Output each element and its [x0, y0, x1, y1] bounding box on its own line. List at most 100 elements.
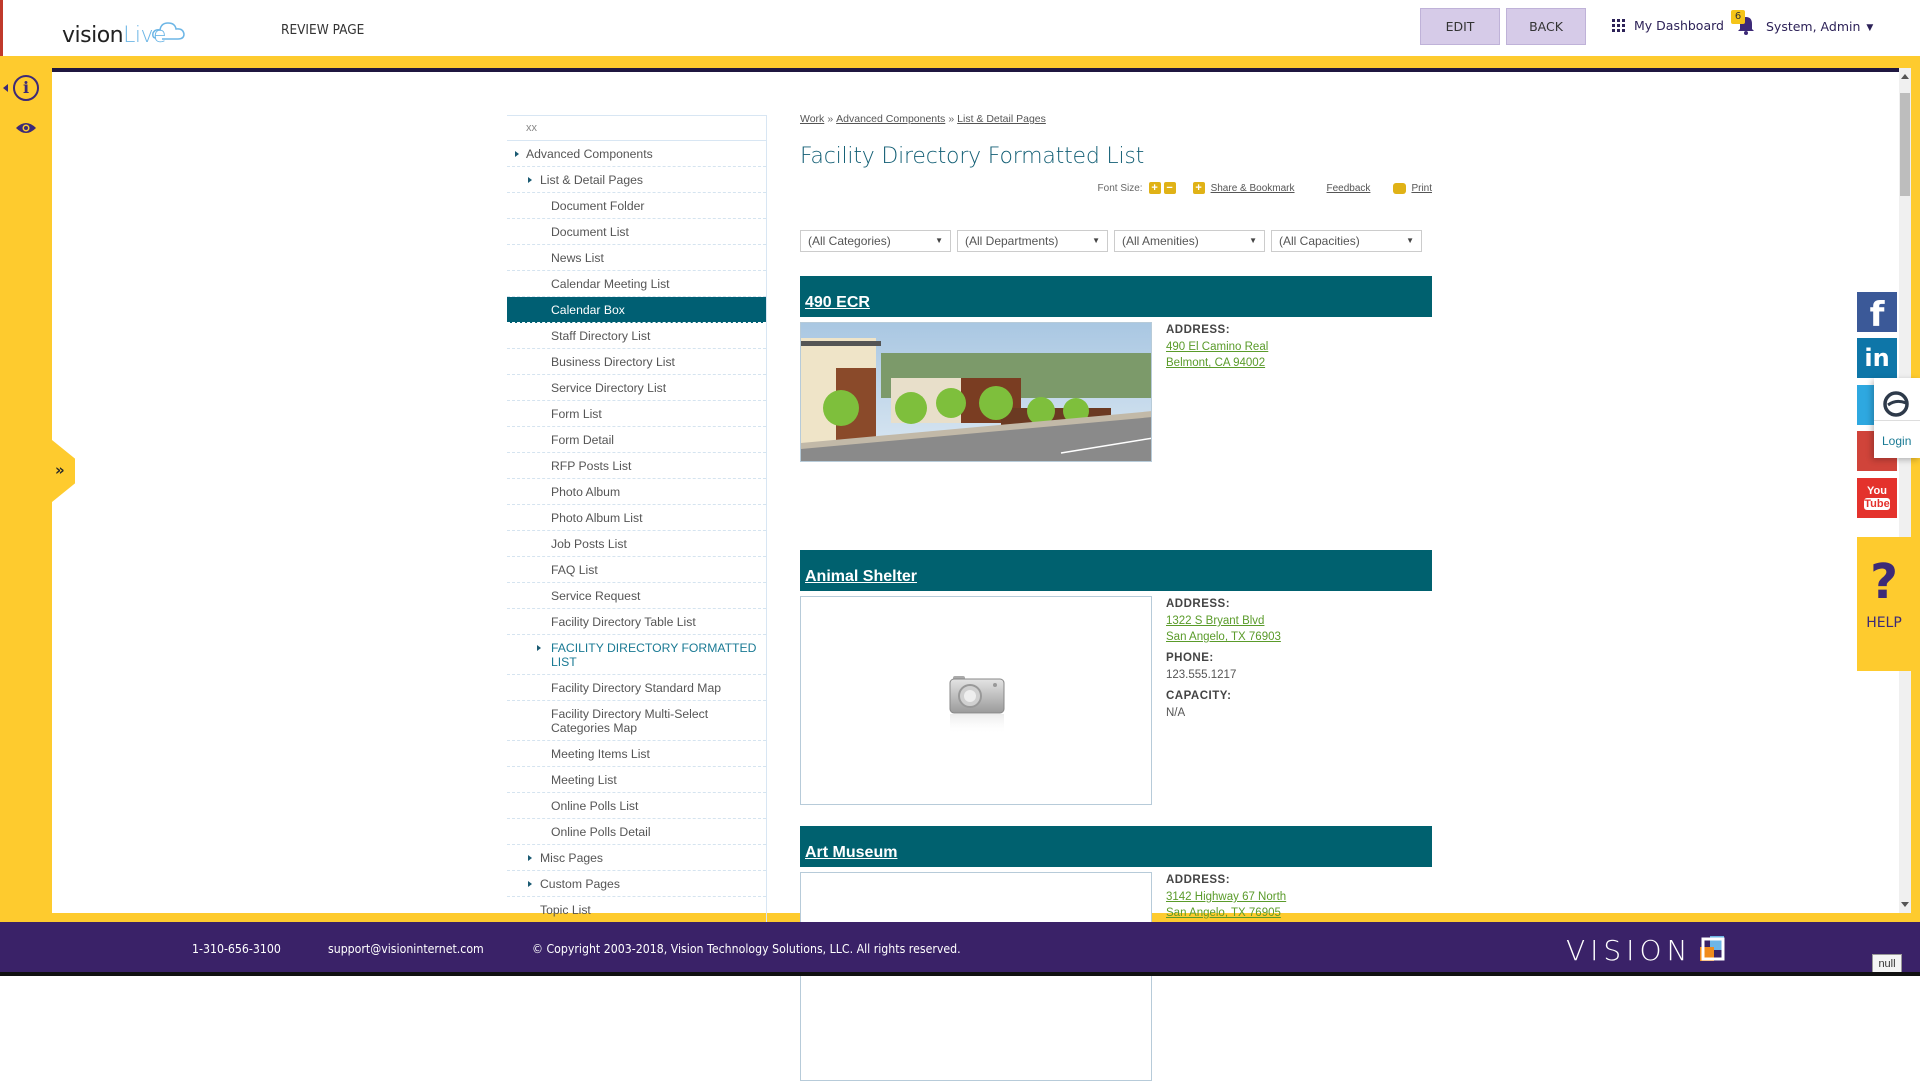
share-bookmark-link[interactable]: + Share & Bookmark [1192, 182, 1295, 194]
scroll-down-icon[interactable] [1901, 902, 1909, 907]
logo-text-vision: vision [62, 23, 124, 48]
nav-item[interactable]: Business Directory List [507, 349, 766, 375]
nav-item[interactable]: News List [507, 245, 766, 271]
facility-photo[interactable] [800, 322, 1152, 462]
nav-item[interactable]: Job Posts List [507, 531, 766, 557]
facility-photo-placeholder[interactable] [800, 872, 1152, 1081]
facility-name-link[interactable]: Art Museum [805, 844, 897, 862]
address-line1-link[interactable]: 3142 Highway 67 North [1166, 891, 1286, 903]
nav-item[interactable]: Calendar Meeting List [507, 271, 766, 297]
page-tools: Font Size: + − + Share & Bookmark Feedba… [1098, 182, 1432, 194]
nav-item[interactable]: Custom Pages [507, 871, 766, 897]
amenity-select[interactable]: (All Amenities) ▼ [1114, 230, 1265, 252]
nav-list: Advanced Components List & Detail Pages Do… [507, 141, 766, 923]
address-line2-link[interactable]: Belmont, CA 94002 [1166, 357, 1268, 369]
capacity-value: (All Capacities) [1279, 234, 1360, 248]
nav-item-label: Calendar Meeting List [551, 277, 670, 291]
vision-login-icon[interactable] [1882, 390, 1910, 418]
font-increase-icon[interactable]: + [1148, 182, 1161, 194]
nav-item[interactable]: Staff Directory List [507, 323, 766, 349]
facility-name-link[interactable]: 490 ECR [805, 294, 870, 312]
nav-item[interactable]: Document Folder [507, 193, 766, 219]
breadcrumb-work[interactable]: Work [800, 113, 824, 125]
breadcrumb-separator: » [948, 113, 955, 125]
nav-item[interactable]: Facility Directory Table List [507, 609, 766, 635]
facility-photo-placeholder[interactable] [800, 596, 1152, 805]
user-menu[interactable]: System, Admin ▼ [1766, 19, 1873, 34]
share-bookmark-label[interactable]: Share & Bookmark [1211, 183, 1295, 194]
department-select[interactable]: (All Departments) ▼ [957, 230, 1108, 252]
nav-item[interactable]: Online Polls List [507, 793, 766, 819]
footer-phone: 1-310-656-3100 [192, 941, 281, 956]
nav-item[interactable]: Calendar Box [507, 297, 766, 323]
nav-item[interactable]: Facility Directory Standard Map [507, 675, 766, 701]
nav-item[interactable]: Misc Pages [507, 845, 766, 871]
category-select[interactable]: (All Categories) ▼ [800, 230, 951, 252]
capacity-select[interactable]: (All Capacities) ▼ [1271, 230, 1422, 252]
edit-button[interactable]: EDIT [1420, 8, 1500, 45]
facility-name-link[interactable]: Animal Shelter [805, 568, 917, 586]
footer-email-link[interactable]: support@visioninternet.com [328, 941, 484, 956]
nav-item[interactable]: RFP Posts List [507, 453, 766, 479]
nav-item[interactable]: List & Detail Pages [507, 167, 766, 193]
visionlive-logo[interactable]: vision Live [62, 18, 188, 48]
help-button[interactable]: ? HELP [1857, 537, 1911, 671]
nav-item-label: List & Detail Pages [540, 173, 643, 187]
nav-item-label: Document Folder [551, 199, 645, 213]
nav-item[interactable]: Topic List [507, 897, 766, 923]
vertical-scrollbar[interactable] [1899, 68, 1911, 913]
footer: 1-310-656-3100 support@visioninternet.co… [0, 922, 1920, 976]
capacity-label: CAPACITY: [1166, 690, 1232, 702]
nav-item[interactable]: Meeting List [507, 767, 766, 793]
scroll-up-icon[interactable] [1901, 74, 1909, 79]
login-link[interactable]: Login [1882, 434, 1911, 448]
scrollbar-thumb[interactable] [1900, 93, 1910, 196]
address-line2-link[interactable]: San Angelo, TX 76903 [1166, 631, 1281, 643]
capacity-value: N/A [1166, 707, 1186, 719]
nav-item[interactable]: Form List [507, 401, 766, 427]
eye-icon[interactable] [15, 121, 37, 135]
breadcrumb-list-detail-pages[interactable]: List & Detail Pages [957, 113, 1046, 125]
address-line1-link[interactable]: 1322 S Bryant Blvd [1166, 615, 1281, 627]
nav-item[interactable]: Form Detail [507, 427, 766, 453]
print-link[interactable]: Print [1393, 182, 1432, 194]
nav-item[interactable]: Photo Album List [507, 505, 766, 531]
font-decrease-icon[interactable]: − [1163, 182, 1176, 194]
nav-item[interactable]: Meeting Items List [507, 741, 766, 767]
nav-item[interactable]: Photo Album [507, 479, 766, 505]
nav-item-label: FAQ List [551, 563, 598, 577]
feedback-link[interactable]: Feedback [1327, 183, 1371, 194]
nav-item-label: Meeting Items List [551, 747, 650, 761]
nav-item-label: Custom Pages [540, 877, 620, 891]
nav-item[interactable]: Online Polls Detail [507, 819, 766, 845]
null-button[interactable]: null [1872, 954, 1902, 974]
nav-item-label: Service Directory List [551, 381, 667, 395]
back-button[interactable]: BACK [1506, 8, 1586, 45]
facebook-icon[interactable]: f [1857, 292, 1897, 335]
nav-item[interactable]: Facility Directory Formatted List [507, 635, 766, 675]
breadcrumb-advanced-components[interactable]: Advanced Components [836, 113, 945, 125]
expand-arrow-icon[interactable] [528, 881, 532, 887]
nav-item[interactable]: Service Directory List [507, 375, 766, 401]
collapse-arrow-icon[interactable] [3, 84, 8, 92]
linkedin-icon[interactable]: in [1857, 338, 1897, 378]
youtube-icon[interactable]: You Tube [1857, 478, 1897, 518]
expand-arrow-icon[interactable] [528, 177, 532, 183]
phone-label: PHONE: [1166, 652, 1214, 664]
my-dashboard-link[interactable]: My Dashboard [1612, 18, 1724, 33]
nav-item[interactable]: Advanced Components [507, 141, 766, 167]
nav-item[interactable]: FAQ List [507, 557, 766, 583]
expand-arrow-icon[interactable] [528, 855, 532, 861]
address-line1-link[interactable]: 490 El Camino Real [1166, 341, 1268, 353]
double-chevron-right-icon[interactable]: » [55, 461, 65, 479]
print-label[interactable]: Print [1411, 183, 1432, 194]
info-icon[interactable]: i [13, 75, 39, 101]
nav-item-label: Photo Album List [551, 511, 643, 525]
nav-item[interactable]: Service Request [507, 583, 766, 609]
nav-item[interactable]: Document List [507, 219, 766, 245]
facility-item: Animal Shelter ADDRESS: 1322 S Bryant Bl… [800, 550, 1432, 805]
expand-arrow-icon[interactable] [537, 645, 541, 651]
expand-arrow-icon[interactable] [515, 151, 519, 157]
address-line2-link[interactable]: San Angelo, TX 76905 [1166, 907, 1286, 919]
nav-item[interactable]: Facility Directory Multi-Select Categori… [507, 701, 766, 741]
